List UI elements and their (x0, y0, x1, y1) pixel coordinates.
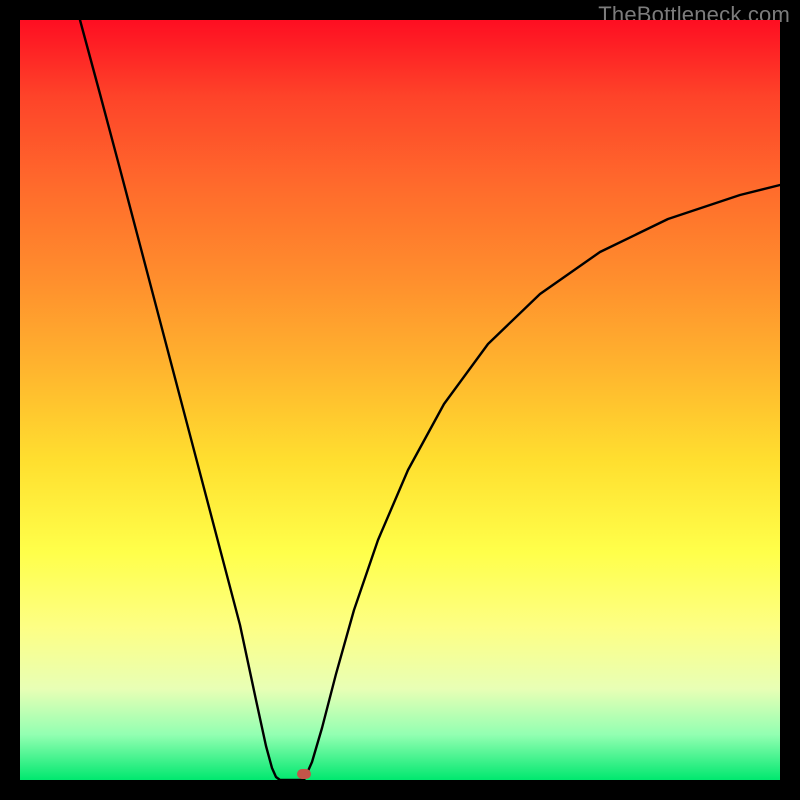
bottleneck-curve (20, 20, 780, 780)
optimal-point-marker (297, 769, 311, 779)
chart-frame: TheBottleneck.com (0, 0, 800, 800)
